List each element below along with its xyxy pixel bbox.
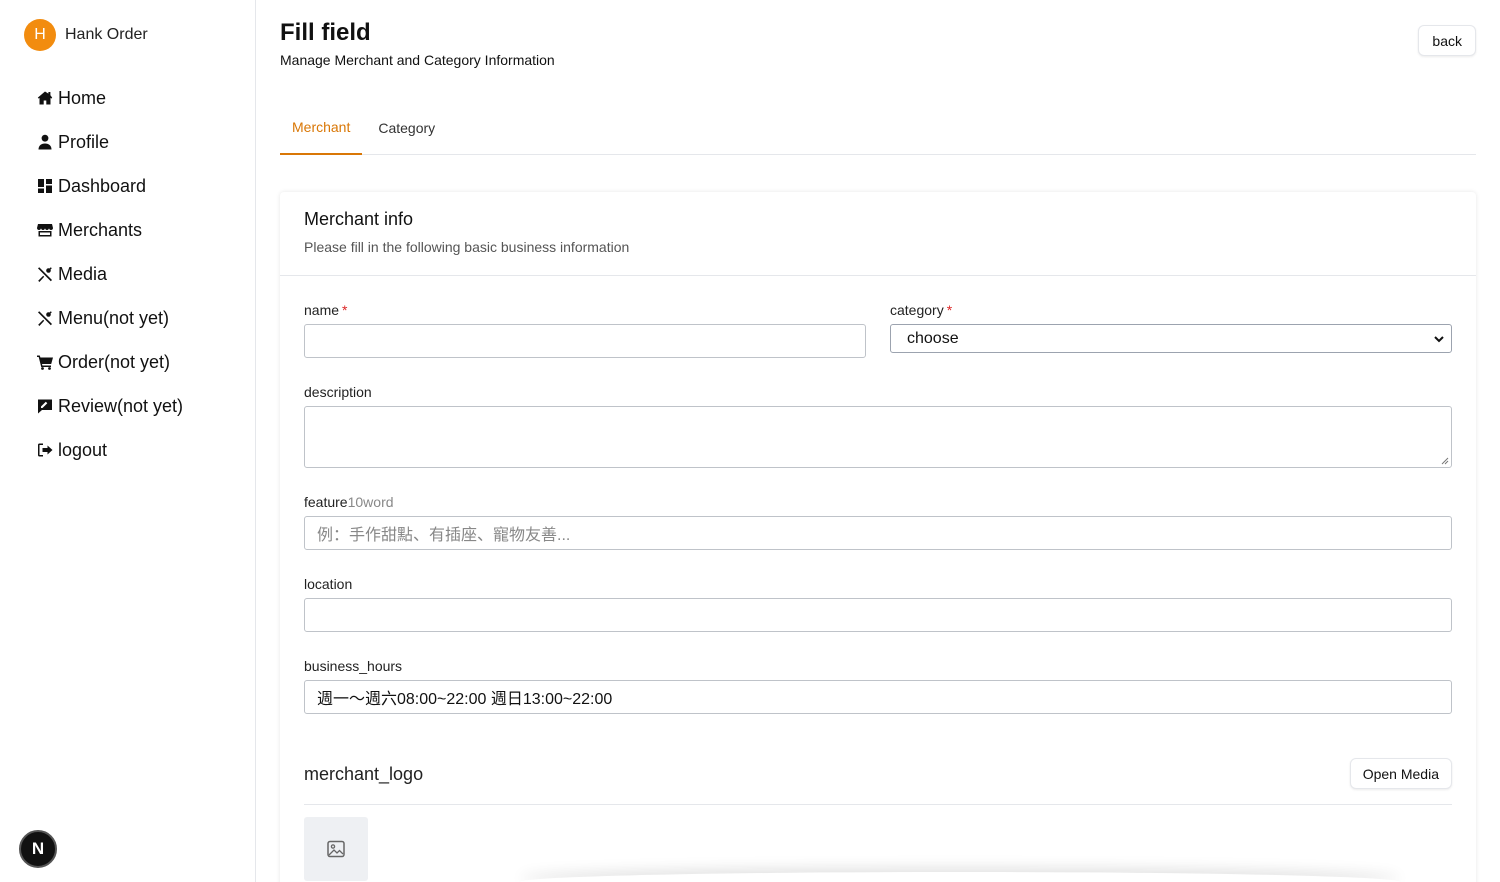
name-label: name * [304, 302, 347, 318]
description-label: description [304, 384, 372, 400]
feature-label: feature10word [304, 494, 394, 510]
avatar: H [24, 19, 56, 51]
location-label: location [304, 576, 353, 592]
sidebar-item-media[interactable]: Media [36, 252, 183, 296]
sidebar-item-label: Media [58, 263, 108, 284]
feature-label-text: feature [304, 494, 348, 510]
image-icon [327, 840, 345, 858]
chevron-down-icon [1434, 336, 1444, 343]
location-input[interactable] [304, 598, 1452, 632]
required-mark: * [946, 302, 953, 318]
business-hours-input[interactable]: 週一～週六08:00~22:00 週日13:00~22:00 [304, 680, 1452, 714]
user-icon [36, 134, 53, 151]
feature-input[interactable]: 例：手作甜點、有插座、寵物友善... [304, 516, 1452, 550]
logo-placeholder[interactable] [304, 817, 368, 881]
sidebar-item-label: Merchants [58, 219, 143, 240]
category-select[interactable]: choose [890, 324, 1452, 353]
page-subtitle: Manage Merchant and Category Information [280, 52, 555, 68]
card-header: Merchant info Please fill in the followi… [280, 192, 1476, 276]
page-title: Fill field [280, 19, 371, 46]
sidebar-item-dashboard[interactable]: Dashboard [36, 164, 183, 208]
sidebar-item-label: Order(not yet) [58, 351, 171, 372]
open-media-button[interactable]: Open Media [1349, 758, 1452, 789]
sidebar-item-label: Review(not yet) [58, 395, 184, 416]
sidebar-item-merchants[interactable]: Merchants [36, 208, 183, 252]
description-textarea[interactable] [304, 406, 1452, 468]
tab-merchant[interactable]: Merchant [280, 100, 363, 155]
category-label-text: category [890, 302, 944, 318]
sidebar-item-label: Menu(not yet) [58, 307, 170, 328]
name-label-text: name [304, 302, 340, 318]
tab-bar: Merchant Category [280, 100, 1476, 155]
sidebar-item-menu[interactable]: Menu(not yet) [36, 296, 183, 340]
sidebar: H Hank Order Home Profile Dashboard Merc… [0, 0, 256, 882]
utensils-icon [36, 310, 53, 327]
sidebar-item-profile[interactable]: Profile [36, 120, 183, 164]
merchant-info-card: Merchant info Please fill in the followi… [280, 192, 1476, 882]
name-input[interactable] [304, 324, 866, 358]
brand-name: Hank Order [65, 26, 148, 43]
back-button[interactable]: back [1418, 25, 1476, 56]
cart-icon [36, 354, 53, 371]
business-hours-label: business_hours [304, 658, 403, 674]
home-icon [36, 90, 53, 107]
feature-hint: 10word [347, 494, 394, 510]
brand[interactable]: H Hank Order [24, 19, 148, 51]
utensils-icon [36, 266, 53, 283]
sidebar-item-label: Dashboard [58, 175, 147, 196]
category-selected-value: choose [907, 329, 959, 347]
sidebar-item-order[interactable]: Order(not yet) [36, 340, 183, 384]
sidebar-item-label: Home [58, 87, 107, 108]
sidebar-item-label: logout [58, 439, 108, 460]
merchant-logo-title: merchant_logo [304, 764, 424, 784]
sidebar-item-logout[interactable]: logout [36, 428, 183, 472]
store-icon [36, 222, 53, 239]
required-mark: * [342, 302, 348, 318]
resize-grip-icon[interactable] [1441, 457, 1449, 465]
tab-category[interactable]: Category [366, 100, 447, 155]
sidebar-item-review[interactable]: Review(not yet) [36, 384, 183, 428]
main-content: Fill field Manage Merchant and Category … [280, 0, 1476, 882]
logout-icon [36, 442, 53, 459]
dashboard-icon [36, 178, 53, 195]
logo-divider [304, 804, 1452, 805]
review-icon [36, 398, 53, 415]
sidebar-item-home[interactable]: Home [36, 76, 183, 120]
sidebar-item-label: Profile [58, 131, 110, 152]
sidebar-nav: Home Profile Dashboard Merchants Media M… [36, 76, 183, 472]
card-title: Merchant info [304, 209, 414, 229]
card-description: Please fill in the following basic busin… [304, 239, 630, 255]
category-label: category * [890, 302, 952, 318]
nextjs-icon[interactable]: N [19, 830, 57, 868]
